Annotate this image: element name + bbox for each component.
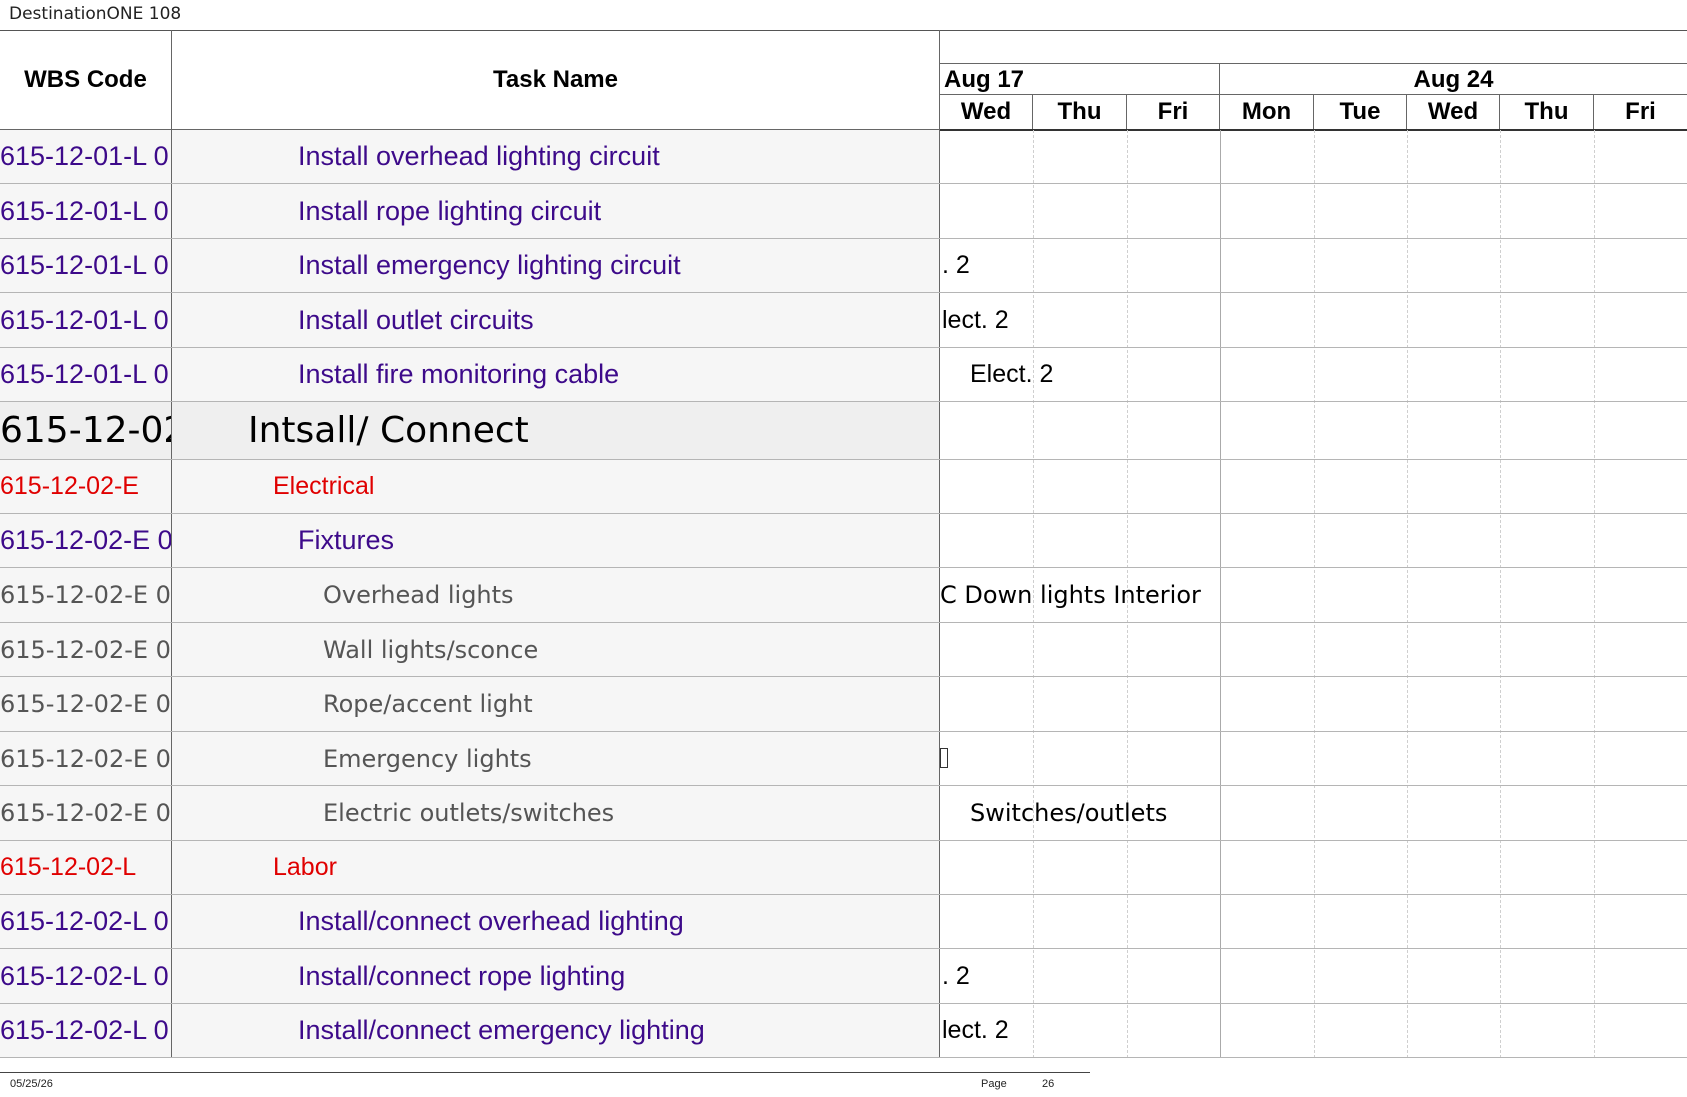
wbs-column-header[interactable]: WBS Code <box>0 30 172 130</box>
task-name-cell[interactable]: Install outlet circuits <box>172 293 940 347</box>
table-row[interactable]: 615-12-02-E 01 Emergency lights <box>0 732 1687 786</box>
task-name-cell[interactable]: Rope/accent light <box>172 677 940 731</box>
task-name-cell[interactable]: Install overhead lighting circuit <box>172 130 940 183</box>
gantt-bar-label: lect. 2 <box>942 305 1009 334</box>
day-label: Thu <box>1033 95 1127 129</box>
task-name-cell[interactable]: Install/connect rope lighting <box>172 949 940 1003</box>
day-label: Thu <box>1500 95 1594 129</box>
footer-date: 05/25/26 <box>10 1078 53 1090</box>
table-row[interactable]: 615-12-02-E 01 Overhead lights C Down li… <box>0 568 1687 623</box>
wbs-code-cell[interactable]: 615-12-01-L 0 <box>0 184 172 238</box>
gantt-bar-label: Switches/outlets <box>970 799 1168 827</box>
task-name-cell[interactable]: Fixtures <box>172 514 940 567</box>
table-row[interactable]: 615-12-02-E 0 Fixtures <box>0 514 1687 568</box>
gantt-day-row: Wed Thu Fri Mon Tue Wed Thu Fri <box>940 95 1687 131</box>
gantt-week-row: Aug 17 Aug 24 <box>940 63 1687 95</box>
milestone-marker <box>940 732 948 786</box>
task-name-cell[interactable]: Emergency lights <box>172 732 940 785</box>
task-name-cell[interactable]: Install/connect emergency lighting <box>172 1004 940 1057</box>
table-row[interactable]: 615-12-02-E 01 Wall lights/sconce <box>0 623 1687 677</box>
table-row[interactable]: 615-12-01-L 0 Install overhead lighting … <box>0 130 1687 184</box>
table-row[interactable]: 615-12-02-L 0 Install/connect rope light… <box>0 949 1687 1004</box>
table-row[interactable]: 615-12-02-L 0 Install/connect overhead l… <box>0 895 1687 949</box>
table-row[interactable]: 615-12-01-L 0 Install fire monitoring ca… <box>0 348 1687 402</box>
day-label: Mon <box>1220 95 1314 129</box>
table-row[interactable]: 615-12-01-L 0 Install outlet circuits le… <box>0 293 1687 348</box>
table-row[interactable]: 615-12-02-E 01 Electric outlets/switches… <box>0 786 1687 841</box>
day-label: Fri <box>1625 98 1656 125</box>
table-row[interactable]: 615-12-02-E Electrical <box>0 460 1687 514</box>
table-row[interactable]: 615-12-01-L 0 Install emergency lighting… <box>0 239 1687 293</box>
wbs-code-cell[interactable]: 615-12-02-E 01 <box>0 786 172 840</box>
week-label-aug-24: Aug 24 <box>1413 66 1494 93</box>
table-row[interactable]: 615-12-01-L 0 Install rope lighting circ… <box>0 184 1687 239</box>
day-label: Wed <box>940 95 1033 129</box>
gantt-bar-label <box>940 184 942 238</box>
table-row[interactable]: 615-12-02-L Labor <box>0 841 1687 895</box>
footer-page-label: Page <box>981 1078 1007 1090</box>
task-name-column-header[interactable]: Task Name <box>172 30 940 130</box>
footer-divider <box>0 1072 1090 1073</box>
gantt-bar-label <box>940 130 942 183</box>
task-name-cell[interactable]: Intsall/ Connect <box>172 402 940 459</box>
wbs-code-cell[interactable]: 615-12-02-E <box>0 460 172 513</box>
task-name-cell[interactable]: Install/connect overhead lighting <box>172 895 940 948</box>
wbs-code-cell[interactable]: 615-12-02-E 01 <box>0 677 172 731</box>
wbs-code-cell[interactable]: 615-12-02-E 01 <box>0 568 172 622</box>
gantt-bar-label: Elect. 2 <box>970 360 1054 388</box>
wbs-code-cell[interactable]: 615-12-02-L 0 <box>0 895 172 948</box>
wbs-code-cell[interactable]: 615-12-02-E 0 <box>0 514 172 567</box>
wbs-code-cell[interactable]: 615-12-02-E 01 <box>0 732 172 785</box>
task-name-cell[interactable]: Install rope lighting circuit <box>172 184 940 238</box>
footer-page-number: 26 <box>1042 1078 1055 1090</box>
wbs-code-cell[interactable]: 615-12-02-L 0 <box>0 1004 172 1057</box>
wbs-code-cell[interactable]: 615-12-01-L 0 <box>0 348 172 401</box>
task-name-cell[interactable]: Labor <box>172 841 940 894</box>
document-title: DestinationONE 108 <box>9 4 182 24</box>
wbs-code-cell[interactable]: 615-12-02-L 0 <box>0 949 172 1003</box>
gantt-bar-label: C Down lights Interior <box>940 581 1201 609</box>
task-name-cell[interactable]: Electrical <box>172 460 940 513</box>
gantt-bar-label: . 2 <box>942 961 970 990</box>
table-row[interactable]: 615-12-02-L 0 Install/connect emergency … <box>0 1004 1687 1058</box>
week-label-aug-17: Aug 17 <box>940 64 1220 95</box>
day-label: Wed <box>1407 95 1500 129</box>
wbs-code-cell[interactable]: 615-12-02 <box>0 402 172 459</box>
wbs-code-cell[interactable]: 615-12-01-L 0 <box>0 130 172 183</box>
task-name-cell[interactable]: Install fire monitoring cable <box>172 348 940 401</box>
gantt-bar-label: lect. 2 <box>942 1016 1009 1044</box>
task-name-cell[interactable]: Install emergency lighting circuit <box>172 239 940 292</box>
gantt-bar-label: . 2 <box>942 251 970 279</box>
wbs-code-cell[interactable]: 615-12-01-L 0 <box>0 293 172 347</box>
wbs-code-cell[interactable]: 615-12-02-L <box>0 841 172 894</box>
day-label: Tue <box>1314 95 1407 129</box>
wbs-code-cell[interactable]: 615-12-01-L 0 <box>0 239 172 292</box>
gantt-timescale-header: Aug 17 Aug 24 Wed Thu Fri Mon Tue Wed Th… <box>940 30 1687 131</box>
task-name-cell[interactable]: Overhead lights <box>172 568 940 622</box>
wbs-code-cell[interactable]: 615-12-02-E 01 <box>0 623 172 676</box>
day-label: Fri <box>1127 95 1220 129</box>
table-row[interactable]: 615-12-02-E 01 Rope/accent light <box>0 677 1687 732</box>
table-row[interactable]: 615-12-02 Intsall/ Connect <box>0 402 1687 460</box>
task-name-cell[interactable]: Electric outlets/switches <box>172 786 940 840</box>
task-name-cell[interactable]: Wall lights/sconce <box>172 623 940 676</box>
